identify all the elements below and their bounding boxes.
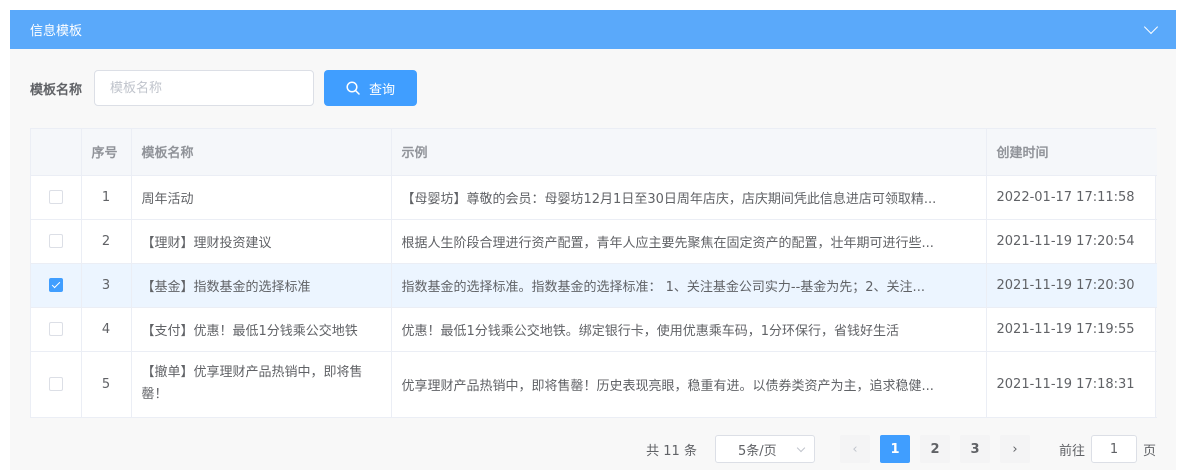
search-button[interactable]: 查询 xyxy=(324,70,418,106)
template-name-label: 模板名称 xyxy=(30,82,83,98)
total-count: 共 11 条 xyxy=(646,443,697,459)
row-checkbox-cell[interactable] xyxy=(31,307,82,352)
template-name-input[interactable] xyxy=(94,70,315,106)
template-table: 序号 模板名称 示例 创建时间 1 周年活动 【母婴坊】尊敬的会员：母婴坊12月… xyxy=(30,128,1157,418)
table-row[interactable]: 2 【理财】理财投资建议 根据人生阶段合理进行资产配置，青年人应主要先聚焦在固定… xyxy=(31,219,1157,264)
page-1-button[interactable]: 1 xyxy=(879,435,910,463)
column-header-example: 示例 xyxy=(391,129,987,176)
table-row[interactable]: 1 周年活动 【母婴坊】尊敬的会员：母婴坊12月1日至30日周年店庆，店庆期间凭… xyxy=(31,175,1157,220)
pagination: 共 11 条 5条/页 ‹ 1 2 3 › 前往 页 xyxy=(646,435,1156,463)
row-checkbox[interactable] xyxy=(48,190,63,204)
column-header-created: 创建时间 xyxy=(986,129,1157,176)
row-created-time: 2022-01-17 17:11:58 xyxy=(986,175,1157,220)
row-index: 4 xyxy=(81,307,132,352)
row-checkbox[interactable] xyxy=(48,322,63,336)
next-page-button[interactable]: › xyxy=(999,435,1030,463)
row-checkbox-cell[interactable] xyxy=(31,263,82,308)
row-index: 5 xyxy=(81,351,132,418)
search-icon xyxy=(346,81,360,95)
table-row[interactable]: 5 【撤单】优享理财产品热销中，即将售罄！ 优享理财产品热销中，即将售罄！历史表… xyxy=(31,351,1157,418)
chevron-down-icon[interactable] xyxy=(1143,19,1159,34)
row-checkbox-cell[interactable] xyxy=(31,351,82,418)
row-example: 根据人生阶段合理进行资产配置，青年人应主要先聚焦在固定资产的配置，壮年期可进行些… xyxy=(391,219,987,264)
goto-suffix: 页 xyxy=(1142,443,1156,459)
row-checkbox[interactable] xyxy=(48,377,63,391)
row-template-name: 【理财】理财投资建议 xyxy=(131,219,392,264)
row-example: 指数基金的选择标准。指数基金的选择标准： 1、关注基金公司实力--基金为先；2、… xyxy=(391,263,987,308)
row-template-name: 周年活动 xyxy=(131,175,392,220)
row-index: 1 xyxy=(81,175,132,220)
row-template-name: 【支付】优惠！最低1分钱乘公交地铁 xyxy=(131,307,392,352)
goto-prefix: 前往 xyxy=(1058,443,1085,459)
row-created-time: 2021-11-19 17:20:30 xyxy=(986,263,1157,308)
page-2-button[interactable]: 2 xyxy=(919,435,950,463)
column-header-index: 序号 xyxy=(81,129,132,176)
row-example: 优享理财产品热销中，即将售罄！历史表现亮眼，稳重有进。以债券类资产为主，追求稳健… xyxy=(391,351,987,418)
row-checkbox-cell[interactable] xyxy=(31,175,82,220)
row-checkbox[interactable] xyxy=(48,234,63,248)
goto-page: 前往 页 xyxy=(1059,435,1156,463)
column-header-name: 模板名称 xyxy=(131,129,392,176)
table-row[interactable]: 4 【支付】优惠！最低1分钱乘公交地铁 优惠！最低1分钱乘公交地铁。绑定银行卡，… xyxy=(31,307,1157,352)
search-button-label: 查询 xyxy=(369,82,396,98)
page-size-select[interactable]: 5条/页 xyxy=(714,435,815,463)
row-index: 3 xyxy=(81,263,132,308)
table-header-row: 序号 模板名称 示例 创建时间 xyxy=(31,129,1157,176)
chevron-down-icon xyxy=(796,443,806,452)
row-created-time: 2021-11-19 17:19:55 xyxy=(986,307,1157,352)
row-template-name: 【撤单】优享理财产品热销中，即将售罄！ xyxy=(131,351,392,418)
table-row[interactable]: 3 【基金】指数基金的选择标准 指数基金的选择标准。指数基金的选择标准： 1、关… xyxy=(31,263,1157,308)
row-checkbox-checked[interactable] xyxy=(48,278,63,292)
row-index: 2 xyxy=(81,219,132,264)
select-all-header xyxy=(31,129,82,176)
info-template-panel: 信息模板 模板名称 查询 序号 模板名称 示例 创建时间 xyxy=(10,10,1176,470)
page-3-button[interactable]: 3 xyxy=(959,435,990,463)
row-created-time: 2021-11-19 17:20:54 xyxy=(986,219,1157,264)
panel-header[interactable]: 信息模板 xyxy=(10,10,1176,49)
page-size-value: 5条/页 xyxy=(737,443,777,459)
prev-page-button[interactable]: ‹ xyxy=(839,435,870,463)
panel-title: 信息模板 xyxy=(30,24,83,39)
search-form: 模板名称 查询 xyxy=(30,70,418,106)
row-template-name: 【基金】指数基金的选择标准 xyxy=(131,263,392,308)
goto-page-input[interactable] xyxy=(1090,435,1137,463)
row-example: 优惠！最低1分钱乘公交地铁。绑定银行卡，使用优惠乘车码，1分环保行，省钱好生活 xyxy=(391,307,987,352)
row-created-time: 2021-11-19 17:18:31 xyxy=(986,351,1157,418)
row-checkbox-cell[interactable] xyxy=(31,219,82,264)
row-example: 【母婴坊】尊敬的会员：母婴坊12月1日至30日周年店庆，店庆期间凭此信息进店可领… xyxy=(391,175,987,220)
